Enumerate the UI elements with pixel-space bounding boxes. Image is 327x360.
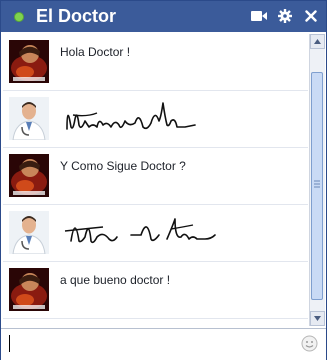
patient-avatar[interactable] [9,154,49,197]
chat-window: El Doctor Hola Doctor ! Y Como Sigue Doc… [0,0,327,360]
patient-avatar[interactable] [9,40,49,83]
title-bar[interactable]: El Doctor [1,1,326,32]
scrollbar[interactable] [309,34,325,326]
video-call-icon[interactable] [250,7,268,25]
message-list[interactable]: Hola Doctor ! Y Como Sigue Doctor ? a qu… [3,34,308,326]
patient-avatar[interactable] [9,268,49,311]
doctor-avatar[interactable] [9,97,49,141]
handwritten-reply-1 [66,102,196,130]
emoticon-icon[interactable] [301,335,318,352]
title-bar-controls [250,7,320,25]
online-status-icon [14,11,24,22]
message-row [3,91,308,148]
scroll-thumb[interactable] [311,72,323,300]
scroll-up-button[interactable] [310,34,325,49]
chat-title[interactable]: El Doctor [36,6,116,27]
message-row: Hola Doctor ! [3,34,308,91]
handwritten-reply-2 [64,218,216,244]
message-text: Hola Doctor ! [60,45,131,59]
gear-icon[interactable] [276,7,294,25]
message-row [3,205,308,262]
doctor-avatar[interactable] [9,211,49,255]
message-input-bar[interactable] [1,328,326,360]
close-icon[interactable] [302,7,320,25]
message-row: a que bueno doctor ! [3,262,308,319]
message-input[interactable] [9,335,10,352]
message-text: a que bueno doctor ! [60,273,171,287]
message-row: Y Como Sigue Doctor ? [3,148,308,205]
scroll-down-button[interactable] [310,311,325,326]
message-text: Y Como Sigue Doctor ? [60,159,186,173]
